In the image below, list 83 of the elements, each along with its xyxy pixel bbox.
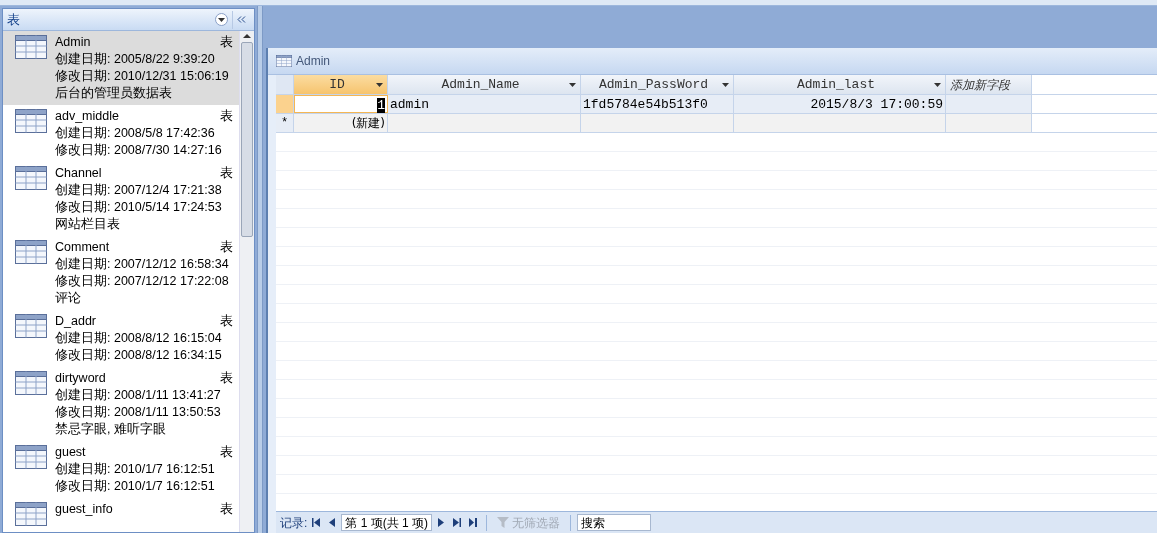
created-date: 创建日期: 2010/1/7 16:12:51 bbox=[55, 461, 216, 478]
created-date: 创建日期: 2005/8/22 9:39:20 bbox=[55, 51, 216, 68]
object-type-label: 表 bbox=[220, 165, 233, 182]
table-name: Comment bbox=[55, 239, 111, 256]
created-date: 创建日期: 2008/8/12 16:15:04 bbox=[55, 330, 223, 347]
table-name: Admin bbox=[55, 34, 92, 51]
table-icon bbox=[15, 35, 47, 59]
record-label: 记录: bbox=[280, 514, 308, 532]
table-description: 禁忌字眼, 难听字眼 bbox=[55, 421, 167, 438]
table-icon bbox=[15, 445, 47, 469]
table-name: adv_middle bbox=[55, 108, 120, 125]
modified-date: 修改日期: 2010/5/14 17:24:53 bbox=[55, 199, 223, 216]
search-field[interactable]: 搜索 bbox=[577, 514, 652, 531]
table-description: 网站栏目表 bbox=[55, 216, 121, 233]
table-icon bbox=[15, 166, 47, 190]
table-icon bbox=[15, 314, 47, 338]
table-name: Channel bbox=[55, 165, 103, 182]
table-name: guest bbox=[55, 444, 87, 461]
table-cell[interactable]: 1fd5784e54b513f0 bbox=[581, 95, 734, 113]
column-header[interactable]: Admin_Name bbox=[388, 75, 581, 94]
caret-icon bbox=[218, 17, 225, 22]
scrollbar-thumb[interactable] bbox=[241, 42, 253, 237]
modified-date: 修改日期: 2010/12/31 15:06:19 bbox=[55, 68, 230, 85]
table-name: dirtyword bbox=[55, 370, 107, 387]
previous-record-icon bbox=[328, 518, 337, 527]
table-description: 后台的管理员数据表 bbox=[55, 85, 173, 102]
funnel-icon bbox=[497, 517, 510, 528]
modified-date: 修改日期: 2008/8/12 16:34:15 bbox=[55, 347, 223, 364]
object-type-label: 表 bbox=[220, 239, 233, 256]
table-name: guest_info bbox=[55, 501, 114, 518]
pane-title: 表 bbox=[7, 10, 21, 29]
table-icon bbox=[15, 109, 47, 133]
table-description: 评论 bbox=[55, 290, 82, 307]
caret-icon bbox=[934, 82, 941, 87]
created-date: 创建日期: 2007/12/12 16:58:34 bbox=[55, 256, 230, 273]
column-header[interactable]: Admin_last bbox=[734, 75, 946, 94]
document-tab[interactable]: Admin bbox=[268, 48, 1157, 75]
record-position-field[interactable]: 第 1 项(共 1 项) bbox=[341, 514, 433, 531]
table-icon bbox=[15, 502, 47, 526]
object-type-label: 表 bbox=[220, 34, 233, 51]
double-chevron-icon bbox=[237, 16, 246, 23]
table-cell[interactable]: admin bbox=[388, 95, 581, 113]
last-record-icon bbox=[453, 518, 462, 527]
column-header[interactable]: ID bbox=[294, 75, 388, 94]
table-icon bbox=[15, 371, 47, 395]
caret-icon bbox=[376, 82, 383, 87]
modified-date: 修改日期: 2008/7/30 14:27:16 bbox=[55, 142, 223, 159]
table-icon bbox=[15, 240, 47, 264]
dropdown-button[interactable] bbox=[215, 13, 228, 26]
select-all-corner[interactable] bbox=[276, 75, 294, 94]
table-cell[interactable] bbox=[946, 95, 1032, 113]
next-record-icon bbox=[437, 518, 446, 527]
scrollbar[interactable] bbox=[239, 31, 254, 532]
table-cell[interactable]: 1 bbox=[294, 95, 388, 113]
table-cell[interactable] bbox=[388, 114, 581, 132]
table-cell[interactable]: (新建) bbox=[294, 114, 388, 132]
column-header[interactable]: 添加新字段 bbox=[946, 75, 1032, 94]
scroll-up-icon bbox=[243, 34, 251, 38]
object-type-label: 表 bbox=[220, 108, 233, 125]
table-icon bbox=[276, 55, 292, 67]
caret-icon bbox=[569, 82, 576, 87]
tab-title: Admin bbox=[296, 53, 330, 70]
modified-date: 修改日期: 2007/12/12 17:22:08 bbox=[55, 273, 230, 290]
table-cell[interactable] bbox=[734, 114, 946, 132]
modified-date: 修改日期: 2010/1/7 16:12:51 bbox=[55, 478, 216, 495]
object-type-label: 表 bbox=[220, 501, 233, 518]
table-cell[interactable] bbox=[946, 114, 1032, 132]
caret-icon bbox=[722, 82, 729, 87]
column-header[interactable]: Admin_PassWord bbox=[581, 75, 734, 94]
row-selector[interactable]: * bbox=[276, 114, 294, 132]
new-record-icon bbox=[469, 518, 478, 527]
first-record-icon bbox=[312, 518, 321, 527]
object-type-label: 表 bbox=[220, 313, 233, 330]
object-type-label: 表 bbox=[220, 444, 233, 461]
table-cell[interactable]: 2015/8/3 17:00:59 bbox=[734, 95, 946, 113]
object-type-label: 表 bbox=[220, 370, 233, 387]
modified-date: 修改日期: 2008/1/11 13:50:53 bbox=[55, 404, 222, 421]
created-date: 创建日期: 2008/5/8 17:42:36 bbox=[55, 125, 216, 142]
table-name: D_addr bbox=[55, 313, 97, 330]
created-date: 创建日期: 2008/1/11 13:41:27 bbox=[55, 387, 222, 404]
table-cell[interactable] bbox=[581, 114, 734, 132]
created-date: 创建日期: 2007/12/4 17:21:38 bbox=[55, 182, 223, 199]
table-list-item[interactable]: Admin 表 创建日期: 2005/8/22 9:39:20 修改日期: 2010/12/31 15:06:19 后台的管理员数据表 bbox=[3, 31, 239, 105]
